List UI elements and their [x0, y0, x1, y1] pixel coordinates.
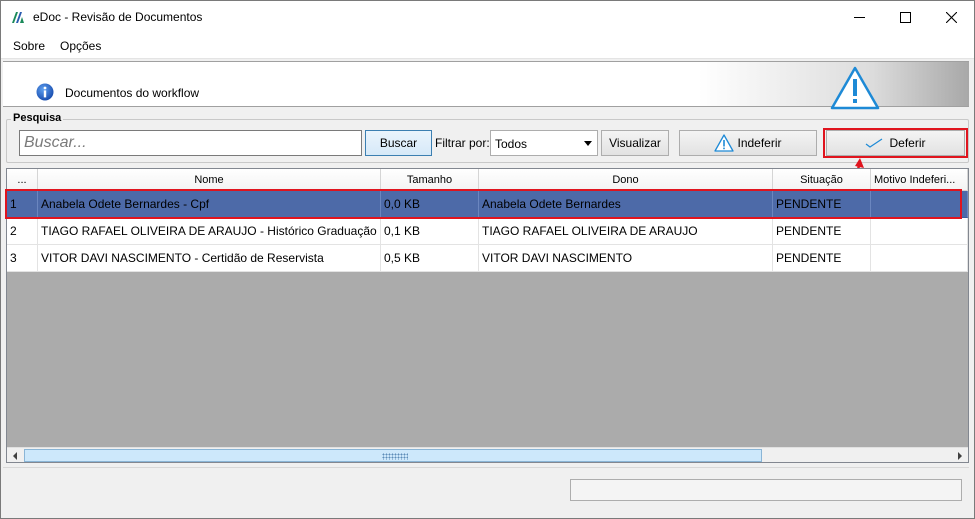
minimize-icon	[853, 16, 865, 18]
app-window: eDoc - Revisão de Documentos Sobre Opçõe…	[0, 0, 975, 519]
divider	[3, 467, 969, 468]
cell-dono: VITOR DAVI NASCIMENTO	[479, 245, 773, 272]
scroll-grip-icon	[382, 453, 408, 460]
header-banner: Documentos do workflow	[3, 61, 969, 110]
table-row[interactable]: 3 VITOR DAVI NASCIMENTO - Certidão de Re…	[7, 245, 968, 272]
cell-index: 3	[7, 245, 38, 272]
column-header-situacao[interactable]: Situação	[773, 169, 871, 191]
search-group-label: Pesquisa	[11, 112, 64, 124]
reject-button[interactable]: Indeferir	[679, 130, 817, 156]
app-logo-icon	[12, 12, 24, 23]
window-title: eDoc - Revisão de Documentos	[33, 10, 203, 24]
filter-label: Filtrar por:	[435, 136, 490, 150]
status-progress-field	[570, 479, 962, 501]
minimize-button[interactable]	[836, 1, 882, 33]
maximize-icon	[899, 11, 911, 23]
title-bar[interactable]: eDoc - Revisão de Documentos	[1, 1, 974, 33]
maximize-button[interactable]	[882, 1, 928, 33]
view-button-label: Visualizar	[609, 136, 661, 150]
search-button-label: Buscar	[379, 136, 418, 150]
warning-icon	[714, 134, 735, 152]
approve-button-highlight	[823, 128, 968, 158]
view-button[interactable]: Visualizar	[601, 130, 669, 156]
cell-dono: TIAGO RAFAEL OLIVEIRA DE ARAUJO	[479, 218, 773, 245]
close-button[interactable]	[928, 1, 974, 33]
cell-motivo	[871, 245, 968, 272]
header-text: Documentos do workflow	[65, 86, 200, 100]
cell-tamanho: 0,1 KB	[381, 218, 479, 245]
cell-motivo	[871, 218, 968, 245]
menu-item-opcoes[interactable]: Opções	[60, 39, 101, 53]
scroll-thumb[interactable]	[24, 449, 762, 462]
horizontal-scrollbar[interactable]	[7, 447, 968, 462]
cell-tamanho: 0,5 KB	[381, 245, 479, 272]
cell-index: 2	[7, 218, 38, 245]
close-icon	[945, 11, 957, 23]
cell-nome: TIAGO RAFAEL OLIVEIRA DE ARAUJO - Histór…	[38, 218, 381, 245]
column-header-motivo[interactable]: Motivo Indeferi...	[871, 169, 968, 191]
column-header-tamanho[interactable]: Tamanho	[381, 169, 479, 191]
cell-nome: VITOR DAVI NASCIMENTO - Certidão de Rese…	[38, 245, 381, 272]
table-row[interactable]: 2 TIAGO RAFAEL OLIVEIRA DE ARAUJO - Hist…	[7, 218, 968, 245]
filter-select[interactable]: Todos	[490, 130, 598, 156]
chevron-right-icon	[958, 451, 962, 460]
column-header-dono[interactable]: Dono	[479, 169, 773, 191]
chevron-left-icon	[13, 451, 17, 460]
info-icon	[36, 83, 54, 101]
cell-situacao: PENDENTE	[773, 245, 871, 272]
scroll-right-button[interactable]	[952, 448, 968, 463]
table-header: ... Nome Tamanho Dono Situação Motivo In…	[7, 169, 968, 191]
reject-button-label: Indeferir	[737, 136, 782, 150]
chevron-down-icon	[584, 141, 592, 146]
cell-situacao: PENDENTE	[773, 218, 871, 245]
menu-item-sobre[interactable]: Sobre	[13, 39, 45, 53]
scroll-left-button[interactable]	[7, 448, 23, 463]
column-header-nome[interactable]: Nome	[38, 169, 381, 191]
selected-row-highlight	[5, 189, 962, 219]
filter-select-value: Todos	[495, 137, 528, 151]
menu-bar: Sobre Opções	[1, 33, 974, 59]
warning-icon	[830, 66, 880, 110]
column-header-index[interactable]: ...	[7, 169, 38, 191]
search-button[interactable]: Buscar	[365, 130, 432, 156]
search-input[interactable]	[19, 130, 362, 156]
